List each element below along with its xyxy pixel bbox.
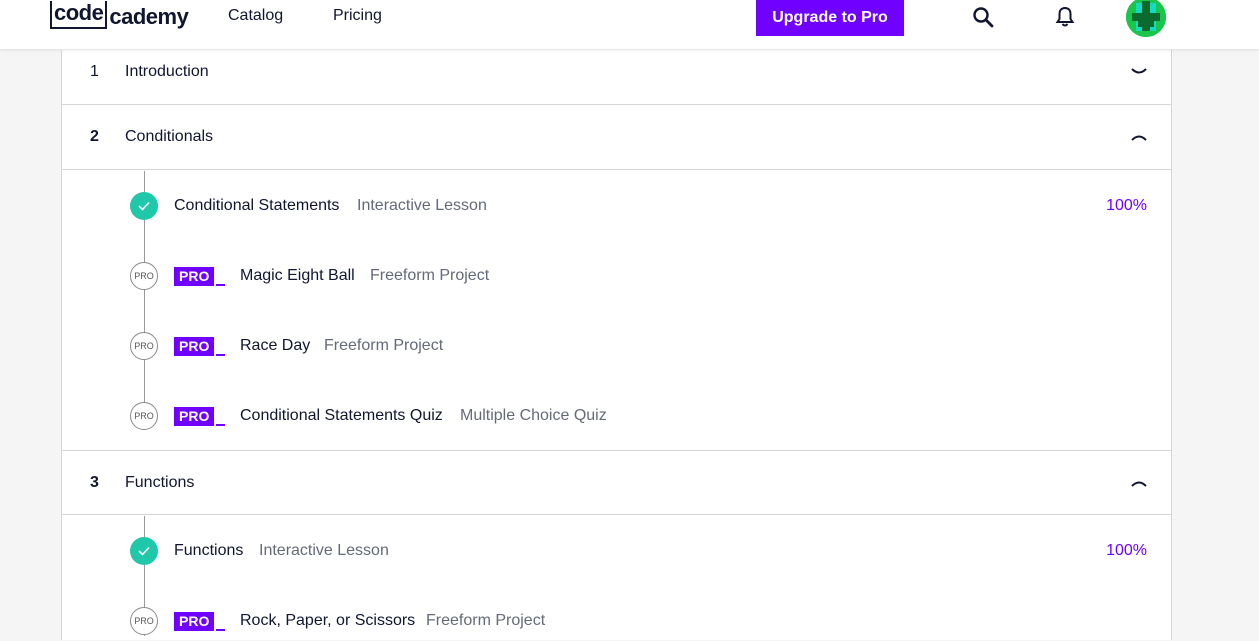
item-type: Freeform Project xyxy=(324,337,444,354)
pro-underscore xyxy=(216,629,226,631)
pro-lock-circle: PRO xyxy=(130,607,158,635)
pro-badge-label: PRO xyxy=(174,337,215,356)
item-progress: 100% xyxy=(1106,197,1147,214)
pro-underscore xyxy=(216,354,226,356)
module-row-functions[interactable]: 3 Functions xyxy=(62,450,1171,515)
pro-badge-label: PRO xyxy=(174,267,215,286)
item-type: Interactive Lesson xyxy=(259,542,389,559)
codecademy-logo[interactable]: code cademy xyxy=(50,0,189,29)
logo-text: cademy xyxy=(109,4,189,29)
module-number: 1 xyxy=(90,63,99,80)
item-title[interactable]: Functions xyxy=(174,542,243,560)
module-row-conditionals[interactable]: 2 Conditionals xyxy=(62,105,1171,170)
syllabus-card: 1 Introduction 2 Conditionals Conditiona… xyxy=(61,40,1172,640)
chevron-down-icon[interactable] xyxy=(1129,62,1149,82)
pro-badge-label: PRO xyxy=(174,407,215,426)
pro-underscore xyxy=(216,424,226,426)
list-item[interactable]: PRO PRO Rock, Paper, or Scissors Freefor… xyxy=(62,601,1171,641)
bell-icon[interactable] xyxy=(1052,4,1078,30)
logo-code-box: code xyxy=(50,1,108,29)
check-complete-icon xyxy=(130,192,158,220)
chevron-up-icon[interactable] xyxy=(1129,473,1149,493)
nav-catalog-link[interactable]: Catalog xyxy=(228,7,283,25)
pro-badge: PRO xyxy=(174,611,226,631)
item-progress: 100% xyxy=(1106,542,1147,559)
pro-lock-circle: PRO xyxy=(130,262,158,290)
module-number: 2 xyxy=(90,128,99,145)
pro-badge: PRO xyxy=(174,266,226,286)
module-title: Introduction xyxy=(125,63,209,80)
item-type: Interactive Lesson xyxy=(357,197,487,214)
item-title[interactable]: Conditional Statements xyxy=(174,197,339,215)
pro-lock-circle: PRO xyxy=(130,402,158,430)
list-item[interactable]: PRO PRO Race Day Freeform Project xyxy=(62,326,1171,366)
list-item[interactable]: PRO PRO Conditional Statements Quiz Mult… xyxy=(62,396,1171,436)
item-title[interactable]: Magic Eight Ball xyxy=(240,267,355,285)
item-type: Multiple Choice Quiz xyxy=(460,407,607,424)
item-title[interactable]: Conditional Statements Quiz xyxy=(240,407,443,425)
user-avatar[interactable] xyxy=(1126,0,1166,37)
list-item[interactable]: Functions Interactive Lesson 100% xyxy=(62,531,1171,571)
search-icon[interactable] xyxy=(970,4,996,30)
module-title: Functions xyxy=(125,473,195,491)
module-title: Conditionals xyxy=(125,128,214,145)
list-item[interactable]: PRO PRO Magic Eight Ball Freeform Projec… xyxy=(62,256,1171,296)
chevron-up-icon[interactable] xyxy=(1129,127,1149,147)
list-item[interactable]: Conditional Statements Interactive Lesso… xyxy=(62,186,1171,226)
item-title[interactable]: Race Day xyxy=(240,337,310,355)
check-complete-icon xyxy=(130,537,158,565)
item-type: Freeform Project xyxy=(426,612,546,629)
item-type: Freeform Project xyxy=(370,267,490,284)
item-title[interactable]: Rock, Paper, or Scissors xyxy=(240,612,415,630)
upgrade-to-pro-button[interactable]: Upgrade to Pro xyxy=(756,0,904,36)
pro-lock-circle: PRO xyxy=(130,332,158,360)
module-number: 3 xyxy=(90,473,99,491)
pro-underscore xyxy=(216,284,226,286)
nav-pricing-link[interactable]: Pricing xyxy=(333,7,382,25)
pro-badge: PRO xyxy=(174,406,226,426)
top-nav-bar: code cademy Catalog Pricing Upgrade to Pr… xyxy=(0,0,1259,50)
pro-badge: PRO xyxy=(174,336,226,356)
